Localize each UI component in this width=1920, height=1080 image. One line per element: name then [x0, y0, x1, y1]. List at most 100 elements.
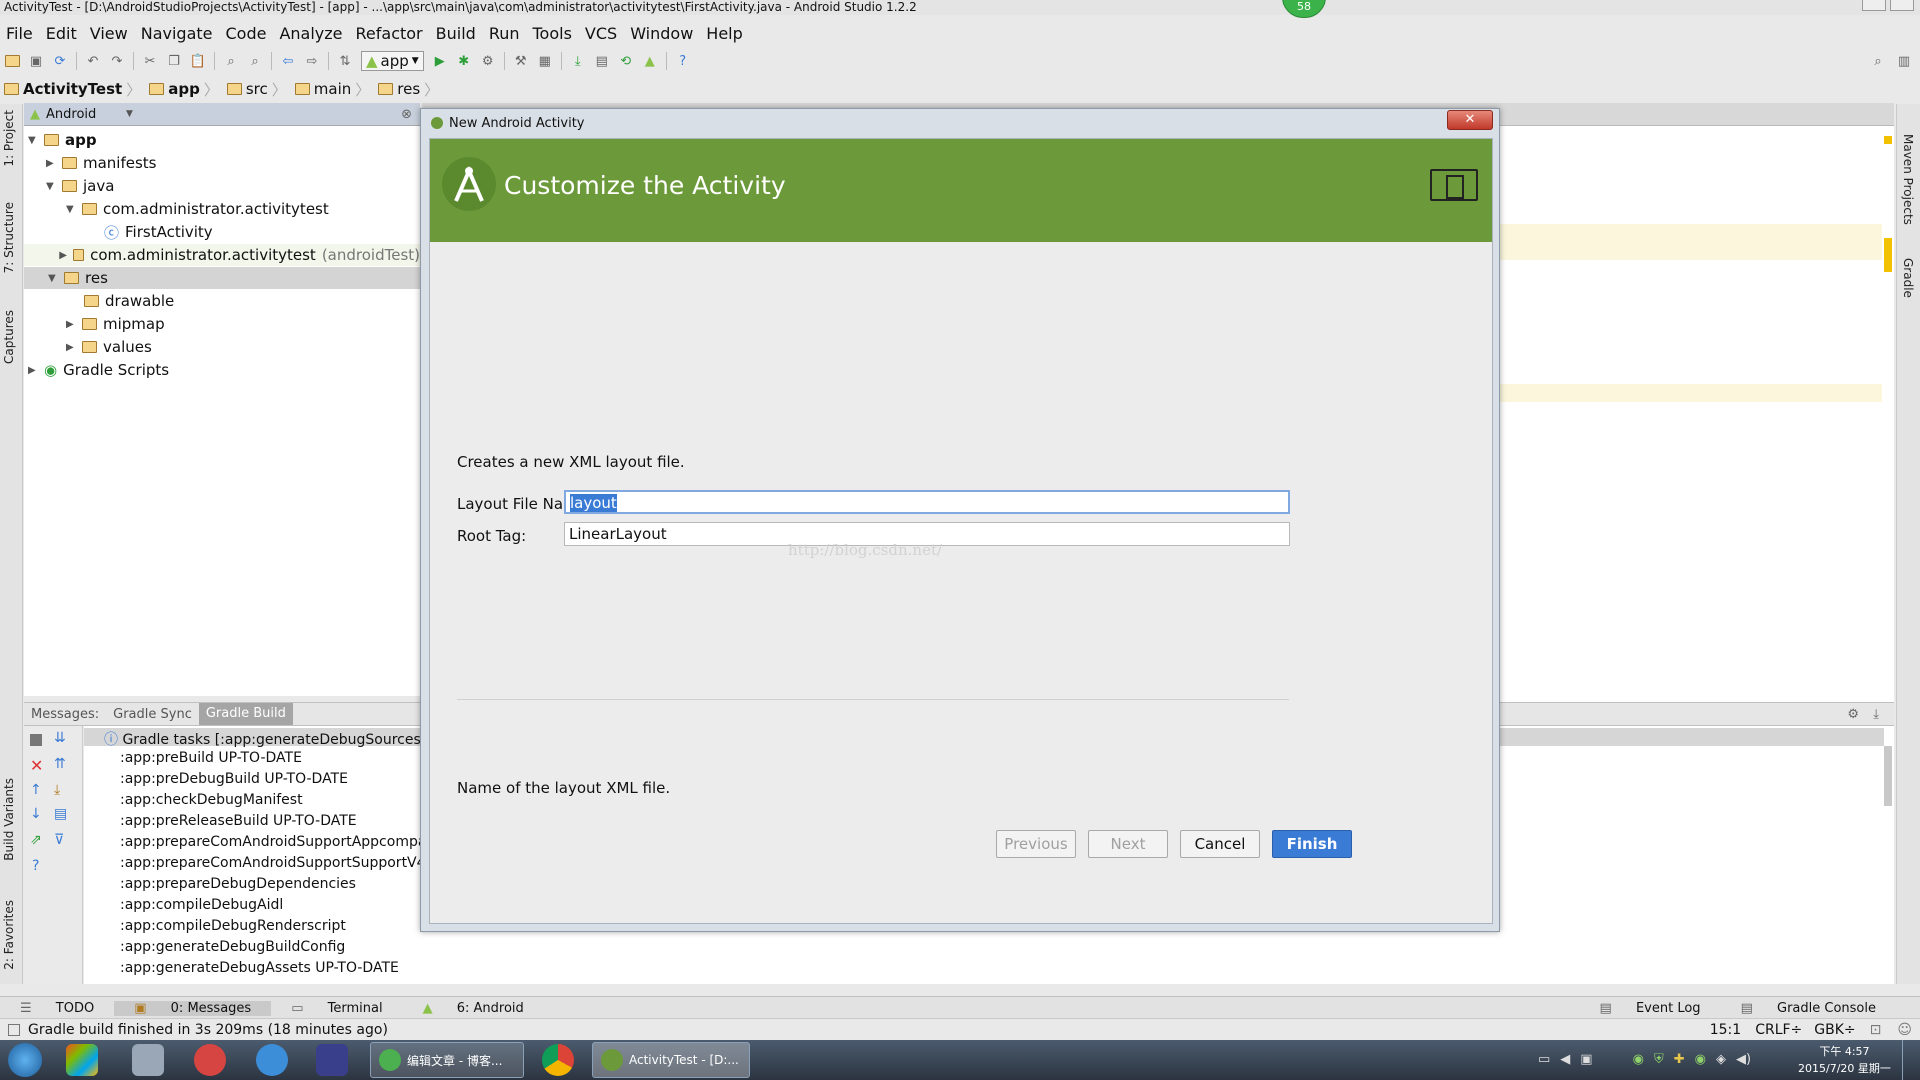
menu-tools[interactable]: Tools	[527, 24, 579, 43]
tool-tab-gradle[interactable]: Gradle	[1901, 258, 1915, 298]
scrollbar[interactable]	[1884, 746, 1892, 806]
menu-help[interactable]: Help	[700, 24, 749, 43]
crumb-src[interactable]: src 〉	[223, 79, 291, 100]
tray-network-icon[interactable]: ▣	[1580, 1052, 1592, 1067]
stop-icon[interactable]	[30, 734, 42, 746]
attach-debugger-icon[interactable]: ⚙	[478, 51, 498, 71]
tree-node-mipmap[interactable]: ▶ mipmap	[66, 313, 165, 335]
tray-app-icon[interactable]: ◈	[1716, 1052, 1726, 1067]
menu-navigate[interactable]: Navigate	[135, 24, 220, 43]
app-icon[interactable]	[316, 1044, 348, 1076]
next-message-icon[interactable]: ↓	[30, 806, 42, 822]
layout-icon[interactable]: ▥	[1894, 51, 1914, 71]
tray-keyboard-icon[interactable]: ▭	[1538, 1052, 1550, 1067]
tool-tab-structure[interactable]: 7: Structure	[2, 202, 16, 273]
lock-icon[interactable]: ⊡	[1862, 1022, 1890, 1038]
tab-gradle-console[interactable]: ▤ Gradle Console	[1721, 1001, 1896, 1016]
tab-messages[interactable]: ▣ 0: Messages	[114, 1000, 272, 1016]
menu-window[interactable]: Window	[624, 24, 700, 43]
clock[interactable]: 下午 4:57 2015/7/20 星期一	[1798, 1043, 1891, 1077]
save-icon[interactable]: ▣	[26, 51, 46, 71]
cut-icon[interactable]: ✂	[140, 51, 160, 71]
app-icon[interactable]	[194, 1044, 226, 1076]
taskbar-task-blog[interactable]: 编辑文章 - 博客...	[370, 1042, 524, 1078]
previous-message-icon[interactable]: ↑	[30, 782, 42, 798]
show-desktop-button[interactable]	[1902, 1040, 1920, 1080]
panel-settings-icon[interactable]: ⊗	[401, 107, 412, 122]
tool-tab-favorites[interactable]: 2: Favorites	[2, 900, 16, 970]
tab-gradle-build[interactable]: Gradle Build	[198, 703, 293, 725]
run-config-select[interactable]: ▲ app ▼	[361, 51, 424, 71]
find-icon[interactable]: ⌕	[221, 51, 241, 71]
menu-edit[interactable]: Edit	[40, 24, 84, 43]
browser-icon[interactable]	[256, 1044, 288, 1076]
menu-build[interactable]: Build	[430, 24, 483, 43]
layout-name-input[interactable]: layout	[564, 490, 1290, 514]
menu-code[interactable]: Code	[220, 24, 274, 43]
tool-tab-project[interactable]: 1: Project	[2, 110, 16, 167]
close-icon[interactable]: ✕	[30, 756, 43, 775]
taskbar-task-android-studio[interactable]: ActivityTest - [D:...	[592, 1042, 750, 1078]
menu-view[interactable]: View	[84, 24, 135, 43]
undo-icon[interactable]: ↶	[83, 51, 103, 71]
search-everywhere-icon[interactable]: ⌕	[1868, 51, 1888, 71]
tab-event-log[interactable]: ▤ Event Log	[1580, 1001, 1721, 1016]
menu-refactor[interactable]: Refactor	[350, 24, 430, 43]
android-monitor-icon[interactable]: ▲	[640, 51, 660, 71]
crumb-main[interactable]: main 〉	[291, 79, 375, 100]
minimize-button[interactable]	[1862, 0, 1886, 11]
tab-gradle-sync[interactable]: Gradle Sync	[106, 707, 199, 722]
tree-node-manifests[interactable]: ▶ manifests	[46, 152, 157, 174]
tree-node-drawable[interactable]: drawable	[84, 290, 174, 312]
panel-gear-icon[interactable]: ⚙	[1840, 707, 1866, 722]
collapse-all-icon[interactable]: ⇈	[54, 756, 66, 772]
next-button[interactable]: Next	[1088, 830, 1168, 858]
finish-button[interactable]: Finish	[1272, 830, 1352, 858]
crumb-project[interactable]: ActivityTest 〉	[0, 79, 145, 100]
tray-sound-device-icon[interactable]: ◀	[1560, 1052, 1570, 1067]
cancel-button[interactable]: Cancel	[1180, 830, 1260, 858]
avd-manager-icon[interactable]: ▤	[592, 51, 612, 71]
tray-app-icon[interactable]: ◉	[1633, 1052, 1644, 1067]
replace-icon[interactable]: ⌕	[245, 51, 265, 71]
hide-panel-icon[interactable]: ⤓	[1866, 707, 1886, 722]
crumb-res[interactable]: res 〉	[374, 79, 443, 100]
paste-icon[interactable]: 📋	[188, 51, 208, 71]
tree-node-java[interactable]: ▼ java	[46, 175, 114, 197]
previous-button[interactable]: Previous	[996, 830, 1076, 858]
redo-icon[interactable]: ↷	[107, 51, 127, 71]
make-project-icon[interactable]: ⇅	[335, 51, 355, 71]
tool-tab-captures[interactable]: Captures	[2, 310, 16, 364]
tree-node-firstactivity[interactable]: ⓒ FirstActivity	[104, 221, 213, 243]
sync-icon[interactable]: ⟳	[50, 51, 70, 71]
back-icon[interactable]: ⇦	[278, 51, 298, 71]
tree-node-values[interactable]: ▶ values	[66, 336, 152, 358]
help-icon[interactable]: ?	[32, 858, 39, 874]
run-icon[interactable]: ▶	[430, 51, 450, 71]
settings-icon[interactable]: ▦	[535, 51, 555, 71]
filter-icon[interactable]: ⊽	[54, 832, 64, 848]
tray-shield-icon[interactable]: ⛨	[1654, 1052, 1664, 1067]
maximize-button[interactable]	[1890, 0, 1914, 11]
file-encoding[interactable]: GBK÷	[1808, 1022, 1861, 1038]
tool-tab-build-variants[interactable]: Build Variants	[2, 778, 16, 861]
tray-volume-icon[interactable]: ◀)	[1736, 1052, 1751, 1067]
expand-all-icon[interactable]: ⇊	[54, 730, 66, 746]
tab-android[interactable]: ▲ 6: Android	[403, 1001, 544, 1016]
caret-position[interactable]: 15:1	[1702, 1022, 1749, 1038]
menu-analyze[interactable]: Analyze	[273, 24, 349, 43]
tree-node-androidtest[interactable]: ▶ com.administrator.activitytest (androidT…	[24, 244, 420, 266]
hector-icon[interactable]: ☺	[1889, 1022, 1920, 1038]
tree-node-res[interactable]: ▼ res	[24, 267, 420, 289]
project-structure-icon[interactable]: ⚒	[511, 51, 531, 71]
debug-icon[interactable]: ✱	[454, 51, 474, 71]
gradle-sync-icon[interactable]: ⟲	[616, 51, 636, 71]
export-icon[interactable]: ⤓	[54, 782, 60, 798]
autoscroll-icon[interactable]: ▤	[54, 806, 67, 822]
forward-icon[interactable]: ⇨	[302, 51, 322, 71]
menu-file[interactable]: File	[0, 24, 40, 43]
copy-icon[interactable]: ❐	[164, 51, 184, 71]
dialog-close-button[interactable]: ✕	[1447, 110, 1493, 130]
status-toggle-icon[interactable]	[8, 1024, 20, 1036]
tool-tab-maven[interactable]: Maven Projects	[1901, 134, 1915, 225]
